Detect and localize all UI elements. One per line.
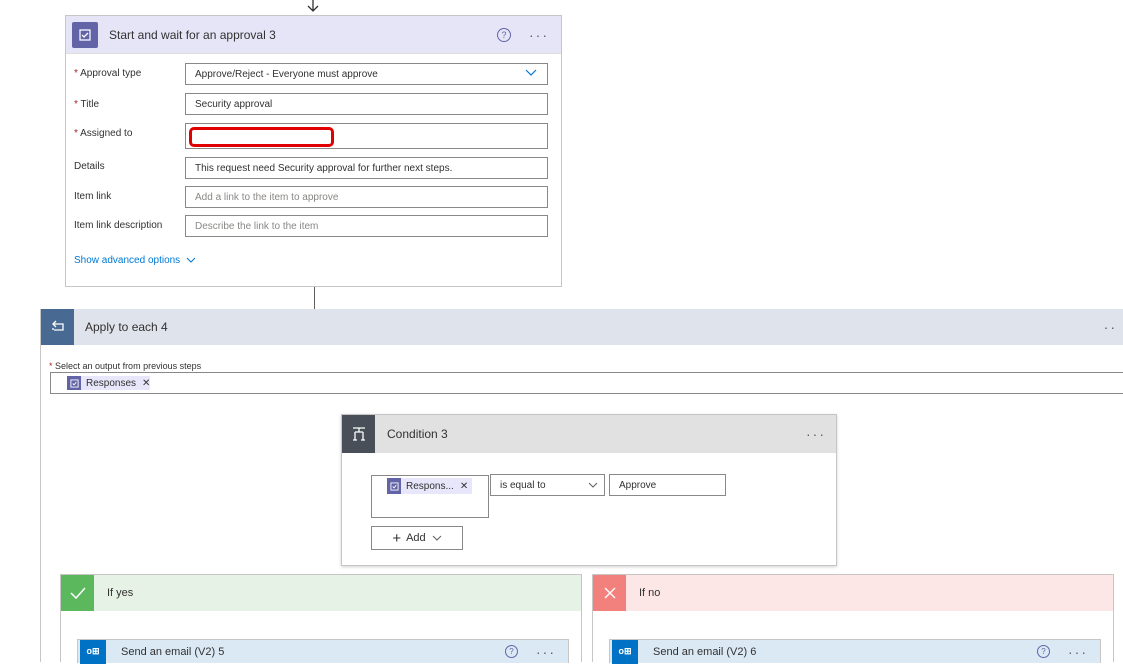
outlook-icon: o⊞ xyxy=(612,639,638,664)
checkmark-icon xyxy=(61,575,94,611)
help-icon[interactable]: ? xyxy=(1037,645,1050,658)
responses-token[interactable]: Responses ✕ xyxy=(67,376,151,390)
condition-title: Condition 3 xyxy=(387,427,448,441)
show-advanced-options-link[interactable]: Show advanced options xyxy=(74,255,196,266)
approval-card-title: Start and wait for an approval 3 xyxy=(109,27,276,42)
chevron-down-icon xyxy=(186,255,196,266)
more-options-icon[interactable]: ··· xyxy=(536,644,556,660)
loop-icon xyxy=(41,309,74,345)
approval-action-card: Start and wait for an approval 3 ? ··· *… xyxy=(65,15,562,287)
response-token[interactable]: Respons... ✕ xyxy=(387,478,473,494)
if-yes-label: If yes xyxy=(107,587,134,599)
more-options-icon[interactable]: ··· xyxy=(806,426,826,442)
assigned-to-label: * Assigned to xyxy=(74,128,133,139)
approval-type-label: * Approval type xyxy=(74,68,142,79)
item-link-input[interactable]: Add a link to the item to approve xyxy=(185,186,548,208)
select-output-label: * Select an output from previous steps xyxy=(49,361,202,371)
if-no-header[interactable]: If no xyxy=(593,575,1113,611)
help-icon[interactable]: ? xyxy=(497,27,511,42)
send-email-5-title: Send an email (V2) 5 xyxy=(121,645,225,658)
item-link-description-label: Item link description xyxy=(74,220,163,231)
condition-card-header[interactable]: Condition 3 ··· xyxy=(342,415,836,453)
details-input[interactable]: This request need Security approval for … xyxy=(185,157,548,179)
apply-to-each-title: Apply to each 4 xyxy=(85,320,168,334)
send-email-6-title: Send an email (V2) 6 xyxy=(653,645,757,658)
flow-connector xyxy=(314,287,315,309)
title-input[interactable]: Security approval xyxy=(185,93,548,115)
add-condition-button[interactable]: + Add xyxy=(371,526,463,550)
if-no-label: If no xyxy=(639,587,661,599)
plus-icon: + xyxy=(392,529,402,547)
chevron-down-icon xyxy=(588,480,598,491)
condition-operator-select[interactable]: is equal to xyxy=(490,474,605,496)
help-icon[interactable]: ? xyxy=(505,645,518,658)
select-output-input[interactable]: Responses ✕ xyxy=(50,372,1123,394)
condition-card: Condition 3 ··· Respons... ✕ is equal to… xyxy=(341,414,837,566)
item-link-description-input[interactable]: Describe the link to the item xyxy=(185,215,548,237)
condition-right-operand[interactable]: Approve xyxy=(609,474,726,496)
chevron-down-icon xyxy=(432,532,442,544)
flow-arrow-icon xyxy=(305,0,321,14)
if-no-branch: If no o⊞ Send an email (V2) 6 ? ··· xyxy=(592,574,1114,664)
approvals-icon xyxy=(387,478,401,494)
send-email-5-card[interactable]: o⊞ Send an email (V2) 5 ? ··· xyxy=(77,639,569,664)
approvals-icon xyxy=(67,376,81,390)
approvals-icon xyxy=(72,21,98,48)
remove-token-icon[interactable]: ✕ xyxy=(460,481,468,492)
approval-card-header[interactable]: Start and wait for an approval 3 ? ··· xyxy=(66,16,561,54)
redaction-annotation xyxy=(189,127,334,147)
chevron-down-icon xyxy=(525,69,537,80)
if-yes-branch: If yes o⊞ Send an email (V2) 5 ? ··· xyxy=(60,574,582,664)
details-label: Details xyxy=(74,161,105,172)
title-label: * Title xyxy=(74,99,100,110)
remove-token-icon[interactable]: ✕ xyxy=(142,378,150,389)
more-options-icon[interactable]: ··· xyxy=(529,27,549,43)
approval-type-select[interactable]: Approve/Reject - Everyone must approve xyxy=(185,63,548,85)
condition-left-operand[interactable]: Respons... ✕ xyxy=(371,475,489,518)
more-options-icon[interactable]: ··· xyxy=(1068,644,1088,660)
if-yes-header[interactable]: If yes xyxy=(61,575,581,611)
condition-icon xyxy=(342,415,375,453)
outlook-icon: o⊞ xyxy=(80,639,106,664)
send-email-6-card[interactable]: o⊞ Send an email (V2) 6 ? ··· xyxy=(609,639,1101,664)
close-icon xyxy=(593,575,626,611)
more-options-icon[interactable]: ·· xyxy=(1104,319,1117,335)
item-link-label: Item link xyxy=(74,191,112,202)
apply-to-each-header[interactable]: Apply to each 4 ·· xyxy=(41,309,1123,345)
